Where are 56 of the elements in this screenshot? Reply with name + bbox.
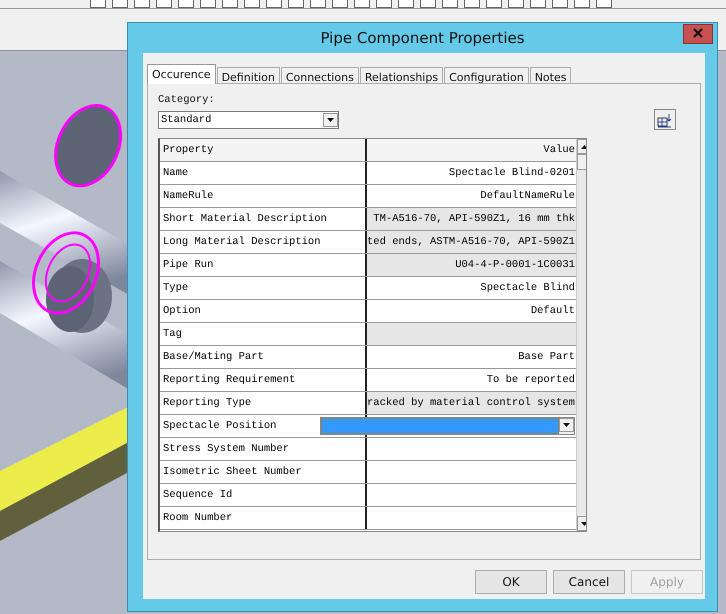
property-name: Sequence Id (160, 484, 367, 506)
property-name: Stress System Number (160, 438, 367, 460)
toolbar-button[interactable] (310, 0, 326, 8)
toolbar-button[interactable] (442, 0, 458, 8)
toolbar-button[interactable] (332, 0, 348, 8)
property-value: ted ends, ASTM-A516-70, API-590Z1 (367, 231, 576, 253)
toolbar-button[interactable] (376, 0, 392, 8)
grid-settings-icon (657, 112, 673, 128)
toolbar-button[interactable] (90, 0, 106, 8)
toolbar-button[interactable] (112, 0, 128, 8)
close-icon (693, 28, 703, 38)
toolbar-button[interactable] (420, 0, 436, 8)
property-value: racked by material control system (367, 392, 576, 414)
toolbar-button[interactable] (398, 0, 414, 8)
category-dropdown[interactable]: Standard (158, 110, 339, 128)
toolbar-button[interactable] (222, 0, 238, 8)
dialog-button: Apply (631, 570, 703, 594)
tab[interactable]: Definition (216, 67, 280, 83)
down-arrow-icon (580, 522, 586, 526)
toolbar-button[interactable] (552, 0, 568, 8)
toolbar-button[interactable] (200, 0, 216, 8)
toolbar-button[interactable] (178, 0, 194, 8)
caret-icon (327, 118, 334, 122)
dialog-button[interactable]: Cancel (553, 570, 625, 594)
property-name: Tag (160, 323, 367, 345)
caret-icon (562, 423, 570, 427)
dialog-title: Pipe Component Properties (320, 29, 525, 47)
tab[interactable]: Relationships (360, 67, 444, 83)
category-label: Category: (158, 93, 216, 106)
property-value: U04-4-P-0001-1C0031 (367, 254, 576, 276)
toolbar-button[interactable] (508, 0, 524, 8)
value-dropdown[interactable] (320, 417, 575, 435)
toolbar-button[interactable] (654, 109, 676, 130)
column-header: Property (160, 139, 367, 161)
toolbar-button[interactable] (266, 0, 282, 8)
toolbar-button[interactable] (134, 0, 150, 8)
up-arrow-icon (580, 144, 586, 148)
toolbar-button[interactable] (530, 0, 546, 8)
tab[interactable]: Configuration (444, 67, 529, 83)
toolbar-button[interactable] (596, 0, 612, 8)
toolbar-button[interactable] (244, 0, 260, 8)
column-header: Value (367, 139, 576, 161)
dialog-button[interactable]: OK (475, 570, 547, 594)
property-name: Short Material Description (160, 208, 367, 230)
toolbar-button[interactable] (574, 0, 590, 8)
tab[interactable]: Occurence (147, 64, 216, 84)
property-value: TM-A516-70, API-590Z1, 16 mm thk (367, 208, 576, 230)
close-button[interactable] (683, 24, 713, 44)
property-name: Type (160, 277, 367, 299)
toolbar-button[interactable] (156, 0, 172, 8)
tab[interactable]: Connections (280, 67, 359, 83)
toolbar-button[interactable] (486, 0, 502, 8)
toolbar-button[interactable] (354, 0, 370, 8)
toolbar-button[interactable] (464, 0, 480, 8)
tab[interactable]: Notes (530, 67, 572, 83)
toolbar-button[interactable] (288, 0, 304, 8)
